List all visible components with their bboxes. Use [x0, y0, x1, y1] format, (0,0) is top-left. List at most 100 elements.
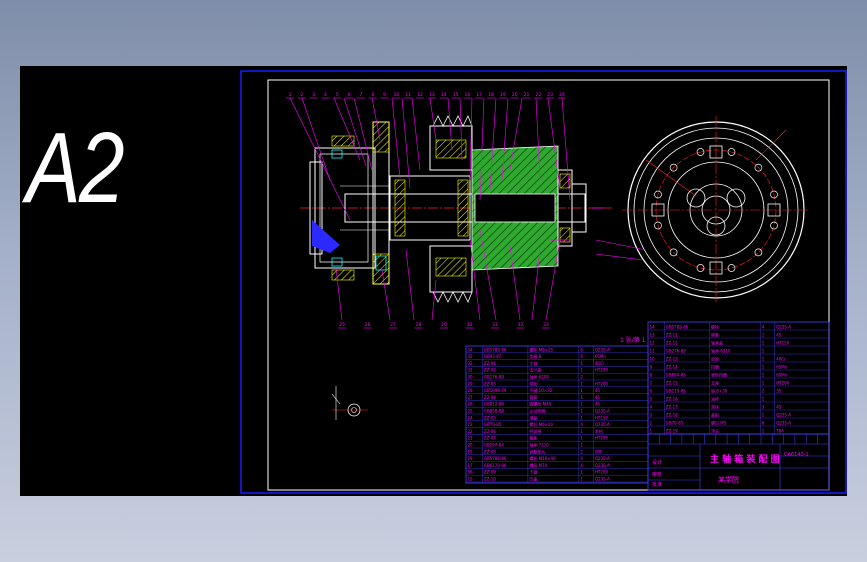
parts-cell-code: ZZ-10 — [484, 477, 496, 482]
parts-cell-qty: 4 — [762, 325, 765, 330]
parts-cell-name: 轴承盖 — [711, 340, 723, 346]
parts-cell-material: 毛毡 — [595, 428, 603, 434]
parts-cell-code: GB5783-86 — [484, 347, 507, 352]
parts-cell-code: ZZ-03 — [484, 381, 496, 386]
parts-cell-name: 螺栓 M10×40 — [529, 455, 556, 461]
parts-cell-name: 套筒 — [529, 394, 537, 400]
parts-cell-material: HT200 — [776, 381, 790, 386]
parts-cell-material: 45 — [776, 405, 782, 410]
parts-cell-no: 25 — [468, 409, 474, 414]
parts-cell-qty: 2 — [580, 449, 583, 454]
parts-cell-qty: 1 — [762, 429, 765, 434]
parts-cell-qty: 6 — [762, 421, 765, 426]
parts-cell-material: 45 — [595, 388, 601, 393]
parts-cell-code: ZZ-07 — [484, 436, 496, 441]
parts-cell-material: HT200 — [595, 436, 609, 441]
parts-cell-name: 盖板 — [711, 412, 719, 418]
parts-cell-name: 顶尖 — [711, 428, 719, 434]
parts-cell-code: ZZ-19 — [666, 429, 678, 434]
parts-cell-qty: 4 — [580, 456, 583, 461]
parts-cell-material: 45 — [595, 395, 601, 400]
parts-cell-qty: 1 — [762, 373, 765, 378]
balloon-number: 22 — [535, 92, 541, 98]
parts-cell-qty: 1 — [580, 436, 583, 441]
parts-cell-material: 65Mn — [776, 373, 788, 378]
parts-cell-code: GB5782-86 — [484, 456, 507, 461]
parts-cell-code: ZZ-17 — [666, 405, 678, 410]
parts-cell-material: Q235-A — [595, 409, 610, 414]
parts-cell-qty: 6 — [580, 354, 583, 359]
parts-cell-material: 45 — [595, 402, 601, 407]
parts-cell-code: GB858-88 — [484, 409, 504, 414]
balloon-number: 32 — [518, 322, 524, 328]
parts-cell-no: 30 — [468, 375, 474, 380]
parts-cell-no: 31 — [468, 368, 474, 373]
parts-cell-no: 16 — [468, 470, 474, 475]
parts-cell-name: 螺栓 — [711, 324, 719, 330]
parts-cell-name: 轴承 6208 — [529, 374, 549, 380]
balloon-number: 11 — [405, 92, 411, 98]
balloon-number: 17 — [476, 92, 482, 98]
end-view — [595, 116, 810, 304]
paper-size-label: A2 — [26, 112, 125, 224]
balloon-number: 19 — [500, 92, 506, 98]
parts-cell-qty: 1 — [580, 415, 583, 420]
parts-cell-material: 08F — [595, 449, 603, 454]
parts-cell-name: 止动垫圈 — [529, 408, 545, 414]
parts-cell-material: 40Cr — [776, 357, 786, 362]
parts-cell-code: ZZ-09 — [484, 470, 496, 475]
parts-cell-name: 调整垫片 — [529, 448, 545, 454]
parts-cell-name: 螺栓 M8×25 — [529, 346, 553, 352]
drawing-area: 1 2 3 4 5 6 7 8 9 10 11 12 13 14 15 16 17 18 19 20 21 22 23 24 … — [240, 70, 847, 494]
parts-cell-code: GB93-87 — [484, 354, 502, 359]
designer-label: 设计 — [652, 459, 662, 466]
parts-cell-material: Q235-A — [776, 413, 791, 418]
parts-cell-no: 19 — [468, 449, 474, 454]
parts-cell-code: ZZ-08 — [484, 449, 496, 454]
parts-cell-qty: 1 — [762, 413, 765, 418]
parts-cell-material: Q235-A — [595, 477, 610, 482]
parts-cell-code: ZZ-05 — [484, 415, 496, 420]
balloon-number: 1 — [289, 92, 292, 98]
parts-cell-no: 28 — [468, 388, 474, 393]
parts-cell-code: ZZ-16 — [666, 397, 678, 402]
parts-cell-name: 法兰盘 — [529, 367, 541, 373]
parts-cell-no: 33 — [468, 354, 474, 359]
parts-cell-no: 20 — [468, 443, 474, 448]
parts-cell-no: 1 — [650, 429, 653, 434]
parts-cell-qty: 3 — [762, 405, 765, 410]
parts-cell-name: 卡盘 — [529, 469, 537, 475]
parts-cell-qty: 1 — [580, 368, 583, 373]
parts-cell-no: 10 — [650, 357, 656, 362]
parts-cell-qty: 6 — [580, 347, 583, 352]
balloon-row-top: 1 2 3 4 5 6 7 8 9 10 11 12 13 14 15 16 17 18 19 20 21 22 23 24 — [286, 92, 566, 99]
parts-cell-name: 螺钉 M6×20 — [529, 421, 553, 427]
parts-cell-code: ZZ-13 — [666, 357, 678, 362]
parts-cell-material: 65Mn — [595, 354, 607, 359]
company-name: 某学院 — [718, 475, 739, 484]
parts-cell-name: 垫圈 8 — [529, 353, 541, 359]
parts-cell-code: ZZ-11 — [666, 333, 678, 338]
drawing-number: CA6140-1 — [784, 452, 809, 458]
balloon-number: 26 — [365, 322, 371, 328]
balloon-number: 9 — [383, 92, 386, 98]
parts-cell-name: 轴承 6210 — [711, 348, 731, 354]
parts-cell-no: 22 — [468, 429, 474, 434]
title-block: 主 轴 箱 装 配 图 CA6140-1 设计 审核 批准 某学院 — [647, 433, 830, 491]
parts-cell-code: GB812-88 — [484, 402, 504, 407]
parts-cell-name: 隔套 — [711, 332, 719, 338]
parts-cell-no: 27 — [468, 395, 474, 400]
parts-cell-qty: 1 — [580, 361, 583, 366]
parts-cell-name: 油杯 — [711, 396, 719, 402]
parts-cell-material: Q235-A — [595, 463, 610, 468]
section-view — [300, 115, 612, 303]
sheet-note: 1 张/第 1 — [620, 336, 646, 344]
parts-cell-name: 弹性挡圈 — [711, 372, 727, 378]
parts-cell-material: HT250 — [595, 470, 609, 475]
parts-table-left: 34 GB5783-86 螺栓 M8×25 6 Q235-A 33 GB93-87 垫圈 8 6… — [465, 345, 649, 484]
parts-cell-material: 35 — [776, 389, 782, 394]
parts-cell-qty: 1 — [580, 443, 583, 448]
parts-cell-qty: 1 — [762, 349, 765, 354]
balloon-number: 10 — [394, 92, 400, 98]
parts-cell-name: 滑块 — [711, 404, 719, 410]
